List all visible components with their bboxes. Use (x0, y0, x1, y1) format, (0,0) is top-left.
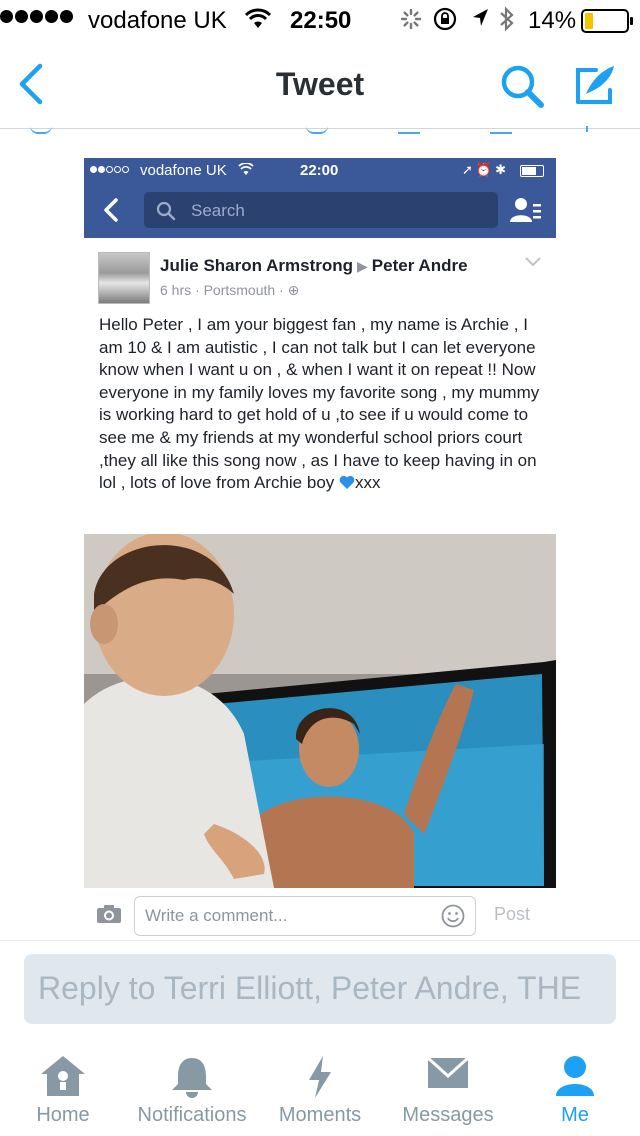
post-text-content: Hello Peter , I am your biggest fan , my… (99, 315, 540, 493)
carrier-name: vodafone UK (88, 7, 227, 34)
tab-label: Home (36, 1104, 90, 1126)
bell-icon (172, 1058, 212, 1098)
tweet-media-image[interactable]: vodafone UK 22:00 ➚⏰✱ Search Julie Sharo… (84, 158, 556, 938)
embedded-status-bar: vodafone UK 22:00 ➚⏰✱ (84, 158, 556, 182)
tab-label: Moments (278, 1104, 362, 1126)
navigation-bar: Tweet (0, 40, 640, 129)
tab-label: Me (561, 1104, 589, 1126)
back-chevron-icon[interactable] (100, 196, 122, 224)
signal-strength-icon (90, 166, 129, 173)
recipient-name[interactable]: Peter Andre (372, 256, 468, 275)
embedded-clock: 22:00 (300, 162, 339, 179)
tab-label: Notifications (137, 1104, 247, 1126)
bluetooth-icon (500, 6, 514, 32)
hidden-action-icon (586, 126, 594, 132)
hidden-action-icon (30, 126, 52, 134)
battery-icon (581, 9, 633, 33)
reply-input[interactable]: Reply to Terri Elliott, Peter Andre, THE (24, 954, 616, 1024)
tab-messages[interactable]: Messages (394, 1040, 502, 1136)
facebook-search-field[interactable]: Search (144, 192, 498, 228)
tab-bar: Home Notifications Moments Messages Me (0, 1040, 640, 1136)
clock: 22:50 (290, 7, 352, 34)
search-icon[interactable] (498, 62, 548, 112)
facebook-header: Search (84, 182, 556, 238)
status-icons: ➚⏰✱ (462, 162, 509, 177)
comment-input[interactable]: Write a comment... (134, 896, 476, 936)
photo-illustration (84, 534, 556, 888)
signal-strength-icon (0, 10, 73, 23)
wifi-icon (238, 163, 254, 175)
chevron-down-icon[interactable] (524, 256, 542, 268)
post-header: Julie Sharon Armstrong ▶ Peter Andre 6 hrs… (84, 238, 556, 308)
reply-placeholder: Reply to Terri Elliott, Peter Andre, THE (38, 970, 582, 1006)
location-arrow-icon (473, 9, 488, 26)
hidden-action-icon (398, 126, 420, 134)
post-text: Hello Peter , I am your biggest fan , my… (99, 314, 549, 495)
tab-notifications[interactable]: Notifications (126, 1040, 258, 1136)
hidden-action-icon (306, 126, 328, 134)
divider (0, 940, 640, 941)
avatar[interactable] (98, 252, 150, 304)
battery-percentage: 14% (528, 7, 577, 34)
search-icon (156, 201, 176, 221)
arrow-right-icon: ▶ (357, 258, 368, 274)
search-placeholder: Search (191, 201, 245, 220)
wifi-icon (244, 8, 272, 28)
home-icon (41, 1056, 85, 1096)
activity-spinner-icon (400, 8, 422, 30)
post-author-line: Julie Sharon Armstrong ▶ Peter Andre (160, 256, 468, 276)
post-photo[interactable] (84, 534, 556, 888)
rotation-lock-icon (433, 7, 457, 31)
comment-bar: Write a comment... Post (84, 888, 556, 938)
lightning-icon (309, 1056, 331, 1098)
compose-tweet-icon[interactable] (570, 60, 620, 110)
envelope-icon (426, 1056, 470, 1088)
embedded-carrier-name: vodafone UK (140, 162, 227, 179)
tab-label: Messages (402, 1104, 494, 1126)
friend-requests-icon[interactable] (510, 196, 542, 224)
post-meta: 6 hrs · Portsmouth · ⊕ (160, 282, 300, 298)
tab-home[interactable]: Home (20, 1040, 106, 1136)
post-time: 6 hrs (160, 282, 192, 298)
hidden-action-icon (490, 126, 512, 134)
post-comment-button[interactable]: Post (494, 904, 530, 925)
camera-icon[interactable] (96, 904, 122, 924)
comment-placeholder: Write a comment... (145, 906, 288, 925)
globe-icon: ⊕ (287, 282, 300, 298)
post-text-end: xxx (355, 473, 381, 493)
blue-heart-icon (339, 476, 355, 490)
tab-me[interactable]: Me (540, 1040, 610, 1136)
post-location: Portsmouth (203, 282, 276, 298)
person-icon (556, 1056, 594, 1096)
battery-icon (520, 165, 544, 177)
emoji-icon[interactable] (441, 904, 465, 928)
status-bar: vodafone UK 22:50 14% (0, 0, 640, 40)
author-name[interactable]: Julie Sharon Armstrong (160, 256, 353, 275)
tab-moments[interactable]: Moments (270, 1040, 370, 1136)
